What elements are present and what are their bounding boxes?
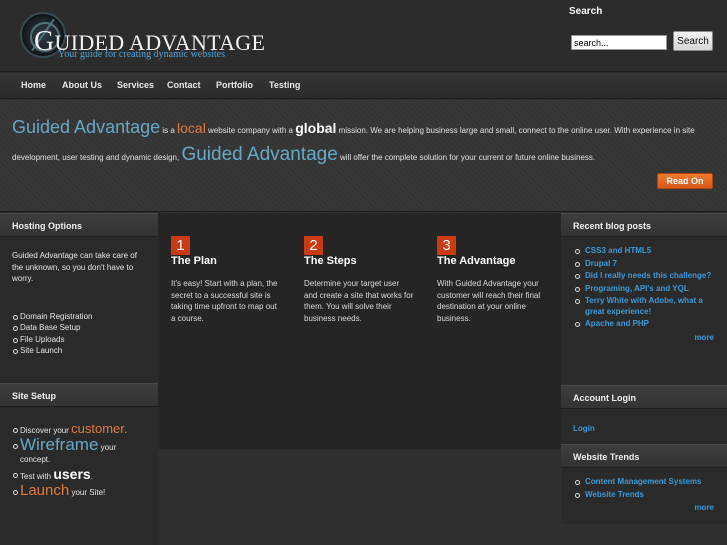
right-sidebar: Recent blog posts CSS3 and HTML5 Drupal … [561,213,727,524]
blog-post-link[interactable]: CSS3 and HTML5 [575,246,715,257]
nav-item-portfolio[interactable]: Portfolio [216,80,253,90]
search-label: Search [569,6,603,17]
feature-title: The Plan [171,255,217,267]
feature-number: 3 [437,236,456,255]
left-sidebar: Hosting Options Guided Advantage can tak… [0,213,158,545]
feature-title: The Advantage [437,255,516,267]
list-item: Launch your Site! [13,483,146,499]
hero-word-local: local [177,120,206,136]
blog-post-link[interactable]: Did I really needs this challenge? [575,271,715,282]
feature-title: The Steps [304,255,357,267]
nav-item-services[interactable]: Services [117,80,154,90]
hero-brand-second: Guided Advantage [181,144,338,165]
nav-item-home[interactable]: Home [21,80,46,90]
feature-number: 2 [304,236,323,255]
feature-text: With Guided Advantage your customer will… [437,279,541,323]
trend-link[interactable]: Content Management Systems [575,477,715,488]
recent-blog-posts-heading: Recent blog posts [561,213,727,237]
account-login-panel: Login [561,409,727,444]
search-button[interactable]: Search [673,31,713,51]
trends-more-link[interactable]: more [573,503,715,512]
list-item: Test with users. [13,467,146,483]
list-item: Wireframe your concept. [13,436,146,466]
blog-post-link[interactable]: Programing, API's and YQL [575,284,715,295]
setup-list: Discover your customer. Wireframe your c… [12,422,146,499]
nav-item-testing[interactable]: Testing [269,80,300,90]
list-item: Site Launch [13,345,146,357]
blog-post-list: CSS3 and HTML5 Drupal 7 Did I really nee… [573,246,715,330]
blog-post-link[interactable]: Drupal 7 [575,259,715,270]
hosting-options-heading: Hosting Options [0,213,158,237]
main-nav: Home About Us Services Contact Portfolio… [0,73,727,99]
feature-plan: 1 The Plan It's easy! Start with a plan,… [171,236,281,324]
site-setup-panel: Discover your customer. Wireframe your c… [0,407,158,545]
feature-text: Determine your target user and create a … [304,279,414,323]
hosting-options-panel: Guided Advantage can take care of the un… [0,237,158,383]
website-trends-heading: Website Trends [561,444,727,468]
list-item: Domain Registration [13,311,146,323]
features-section: 1 The Plan It's easy! Start with a plan,… [158,213,561,449]
search-input[interactable] [571,35,667,50]
site-setup-heading: Site Setup [0,383,158,407]
logo-tagline: Your guide for creating dynamic websites [58,49,226,60]
hero-text-part: is a [160,126,178,135]
hosting-list: Domain Registration Data Base Setup File… [12,311,146,357]
read-on-button[interactable]: Read On [657,173,713,189]
list-item: Data Base Setup [13,322,146,334]
hero-text-part: will offer the complete solution for you… [337,153,596,162]
recent-blog-posts-panel: CSS3 and HTML5 Drupal 7 Did I really nee… [561,237,727,385]
nav-item-about-us[interactable]: About Us [62,80,102,90]
website-trends-panel: Content Management Systems Website Trend… [561,468,727,524]
list-item: File Uploads [13,334,146,346]
feature-number: 1 [171,236,190,255]
blog-post-link[interactable]: Apache and PHP [575,319,715,330]
site-header: GUIDED ADVANTAGE Your guide for creating… [0,0,727,72]
nav-item-contact[interactable]: Contact [167,80,201,90]
hero-word-global: global [295,120,337,136]
feature-text: It's easy! Start with a plan, the secret… [171,279,278,323]
site-logo[interactable]: GUIDED ADVANTAGE Your guide for creating… [20,12,265,64]
account-login-heading: Account Login [561,385,727,409]
hero-brand: Guided Advantage [12,117,161,137]
blog-post-link[interactable]: Terry White with Adobe, what a great exp… [575,296,715,317]
blog-more-link[interactable]: more [573,333,715,342]
hero-text: Guided Advantage is a local website comp… [12,115,717,170]
trends-list: Content Management Systems Website Trend… [573,477,715,500]
hero-text-part: website company with a [205,126,296,135]
feature-advantage: 3 The Advantage With Guided Advantage yo… [437,236,547,324]
hero-banner: Guided Advantage is a local website comp… [0,100,727,212]
trend-link[interactable]: Website Trends [575,490,715,501]
hosting-intro: Guided Advantage can take care of the un… [12,251,137,283]
feature-steps: 2 The Steps Determine your target user a… [304,236,414,324]
login-link[interactable]: Login [573,424,595,433]
